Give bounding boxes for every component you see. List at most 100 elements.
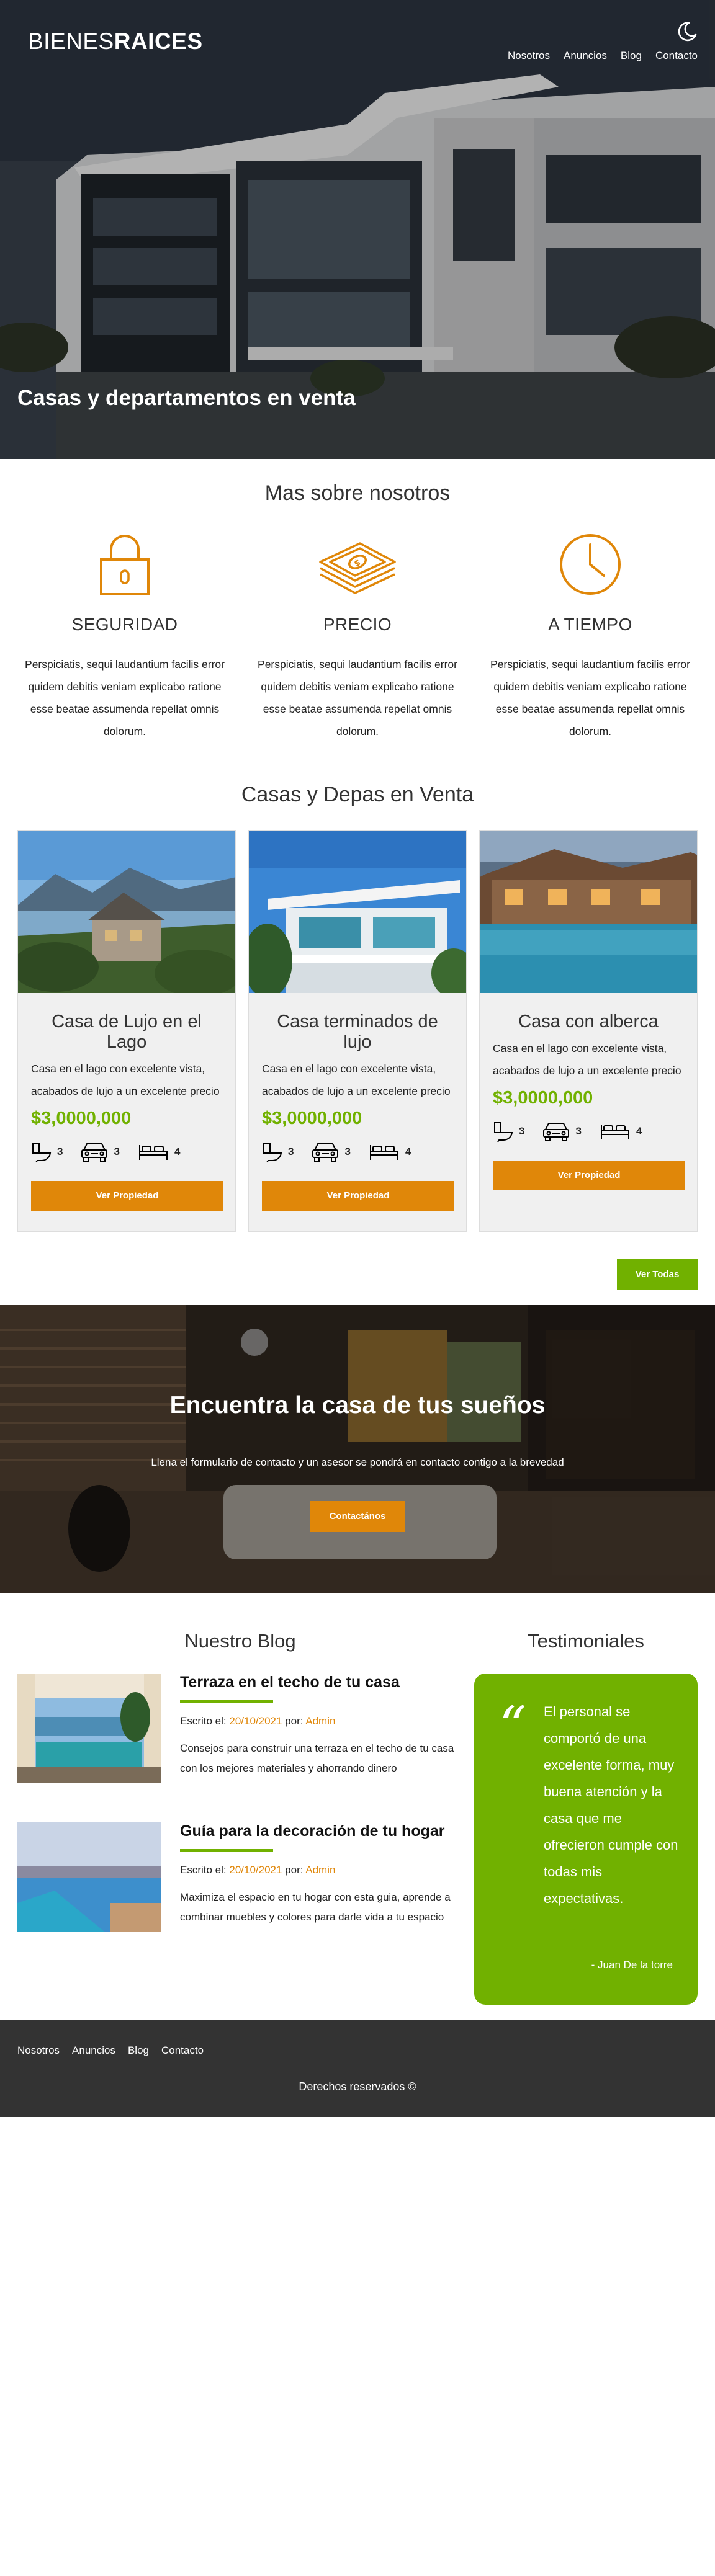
features-section: SEGURIDAD Perspiciatis, sequi laudantium… (17, 530, 698, 742)
listing-price: $3,0000,000 (262, 1108, 362, 1128)
listing-card: Casa con alberca Casa en el lago con exc… (479, 830, 698, 1232)
blog-post-title[interactable]: Guía para la decoración de tu hogar (180, 1822, 463, 1840)
by-label: por: (282, 1715, 306, 1727)
feature-on-time: A TIEMPO Perspiciatis, sequi laudantium … (483, 530, 698, 742)
feature-title: A TIEMPO (548, 615, 632, 634)
toilet-icon (494, 1122, 513, 1142)
nav-link-anuncios[interactable]: Anuncios (564, 50, 607, 62)
car-icon (312, 1143, 339, 1162)
listing-description: Casa en el lago con excelente vista, aca… (31, 1063, 220, 1097)
amenity-wc: 3 (31, 1141, 63, 1162)
amenity-rooms: 4 (368, 1141, 411, 1162)
footer-link-blog[interactable]: Blog (128, 2044, 149, 2057)
site-footer: Nosotros Anuncios Blog Contacto Derechos… (0, 2020, 715, 2117)
feature-text: Perspiciatis, sequi laudantium facilis e… (258, 658, 457, 738)
blog-post-meta: Escrito el: 20/10/2021 por: Admin (180, 1864, 463, 1876)
listings-grid: Casa de Lujo en el Lago Casa en el lago … (17, 830, 698, 1232)
listing-price: $3,0000,000 (493, 1088, 593, 1108)
view-property-button[interactable]: Ver Propiedad (262, 1181, 454, 1211)
blog-thumb-terrace[interactable] (17, 1674, 161, 1783)
logo-bold-text: RAICES (114, 29, 203, 54)
amenity-rooms-count: 4 (636, 1125, 642, 1137)
listing-card: Casa terminados de lujo Casa en el lago … (248, 830, 467, 1232)
about-section-title: Mas sobre nosotros (264, 481, 451, 505)
amenity-parking: 3 (80, 1141, 120, 1162)
amenity-wc: 3 (493, 1121, 524, 1142)
post-author: Admin (305, 1864, 336, 1876)
post-author: Admin (305, 1715, 336, 1727)
amenity-parking: 3 (311, 1141, 351, 1162)
written-label: Escrito el: (180, 1715, 230, 1727)
blog-post-info: Guía para la decoración de tu hogar Escr… (180, 1822, 463, 1932)
feature-price: $ PRECIO Perspiciatis, sequi laudantium … (250, 530, 465, 742)
by-label: por: (282, 1864, 306, 1876)
blog-post-excerpt: Consejos para construir una terraza en e… (180, 1742, 454, 1774)
nav-link-nosotros[interactable]: Nosotros (508, 50, 550, 62)
testimonials-section-title: Testimoniales (528, 1630, 644, 1652)
car-icon (81, 1143, 108, 1162)
amenity-wc: 3 (262, 1141, 294, 1162)
quote-icon: “ (499, 1695, 526, 1757)
toilet-icon (263, 1143, 282, 1162)
amenity-wc-count: 3 (57, 1146, 63, 1157)
amenity-parking: 3 (542, 1121, 582, 1142)
feature-security: SEGURIDAD Perspiciatis, sequi laudantium… (17, 530, 232, 742)
money-icon: $ (319, 542, 396, 594)
amenity-rooms-count: 4 (405, 1146, 411, 1157)
blog-post: Terraza en el techo de tu casa Escrito e… (17, 1674, 463, 1783)
blog-post-title[interactable]: Terraza en el techo de tu casa (180, 1674, 463, 1691)
hero-title: Casas y departamentos en venta (17, 386, 356, 410)
feature-title: SEGURIDAD (71, 615, 178, 634)
main-nav: Nosotros Anuncios Blog Contacto (508, 50, 698, 62)
nav-link-contacto[interactable]: Contacto (655, 50, 698, 62)
listing-amenities: 3 3 4 (262, 1141, 453, 1162)
written-label: Escrito el: (180, 1864, 230, 1876)
title-underline (180, 1849, 273, 1852)
footer-nav: Nosotros Anuncios Blog Contacto (17, 2044, 204, 2057)
blog-post-excerpt: Maximiza el espacio en tu hogar con esta… (180, 1891, 451, 1923)
listing-title: Casa de Lujo en el Lago (52, 1012, 202, 1052)
listing-photo-pool-house[interactable] (480, 831, 697, 993)
amenity-rooms: 4 (599, 1121, 642, 1142)
amenity-rooms-count: 4 (174, 1146, 181, 1157)
blog-section-title: Nuestro Blog (184, 1630, 296, 1652)
toilet-icon (32, 1143, 52, 1162)
post-date: 20/10/2021 (229, 1864, 282, 1876)
view-all-button[interactable]: Ver Todas (617, 1259, 698, 1290)
listing-photo-lake-house[interactable] (18, 831, 235, 993)
lock-icon (100, 535, 150, 595)
bed-icon (369, 1145, 398, 1160)
banner-title: Encuentra la casa de tus sueños (169, 1392, 546, 1419)
listing-title: Casa terminados de lujo (277, 1012, 438, 1052)
footer-link-anuncios[interactable]: Anuncios (72, 2044, 115, 2057)
listing-description: Casa en el lago con excelente vista, aca… (262, 1063, 451, 1097)
contact-banner: Encuentra la casa de tus sueños Llena el… (0, 1305, 715, 1593)
blog-post-info: Terraza en el techo de tu casa Escrito e… (180, 1674, 463, 1783)
post-date: 20/10/2021 (229, 1715, 282, 1727)
footer-link-nosotros[interactable]: Nosotros (17, 2044, 60, 2057)
listing-photo-modern-house[interactable] (249, 831, 466, 993)
view-property-button[interactable]: Ver Propiedad (493, 1161, 685, 1190)
nav-link-blog[interactable]: Blog (621, 50, 642, 62)
banner-overlay (0, 1305, 715, 1593)
listing-amenities: 3 3 4 (31, 1141, 222, 1162)
bed-icon (600, 1125, 629, 1139)
listing-title: Casa con alberca (518, 1012, 659, 1032)
view-property-button[interactable]: Ver Propiedad (31, 1181, 223, 1211)
testimonial-author: - Juan De la torre (591, 1959, 673, 1971)
listing-amenities: 3 3 4 (493, 1121, 684, 1142)
blog-post: Guía para la decoración de tu hogar Escr… (17, 1822, 463, 1932)
site-logo[interactable]: BIENESRAICES (28, 29, 203, 55)
contact-button[interactable]: Contactános (310, 1501, 405, 1532)
banner-text: Llena el formulario de contacto y un ase… (151, 1456, 564, 1468)
hero-header: BIENESRAICES Nosotros Anuncios Blog Cont… (0, 0, 715, 459)
clock-icon (560, 534, 621, 595)
amenity-parking-count: 3 (344, 1146, 351, 1157)
testimonial-text: El personal se comportó de una excelente… (544, 1704, 678, 1906)
listing-card: Casa de Lujo en el Lago Casa en el lago … (17, 830, 236, 1232)
moon-icon[interactable] (677, 21, 698, 42)
footer-link-contacto[interactable]: Contacto (161, 2044, 204, 2057)
feature-text: Perspiciatis, sequi laudantium facilis e… (25, 658, 225, 738)
bed-icon (138, 1145, 168, 1160)
blog-thumb-decoration[interactable] (17, 1822, 161, 1932)
